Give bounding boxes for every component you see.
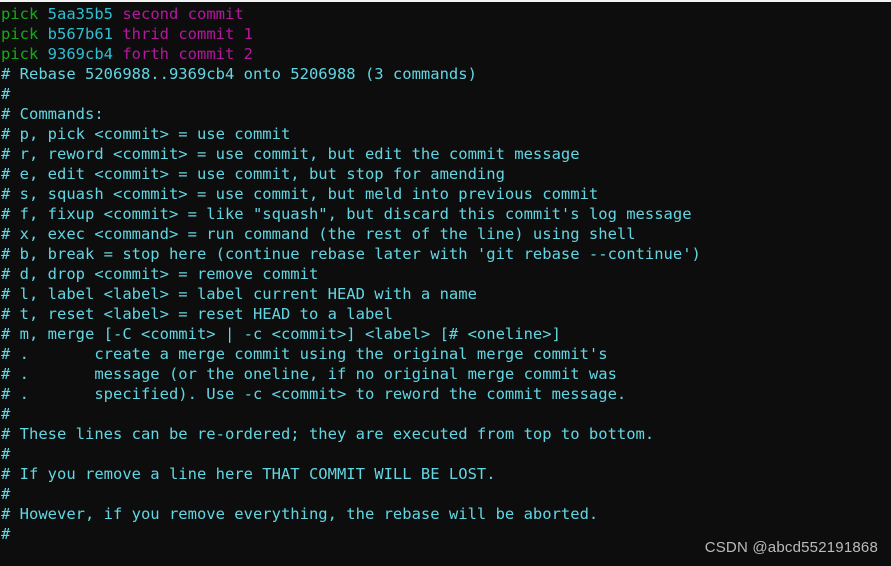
comment-line: # d, drop <commit> = remove commit [1, 265, 319, 283]
comment-line: # Rebase 5206988..9369cb4 onto 5206988 (… [1, 65, 477, 83]
todo-commit-hash: b567b61 [47, 25, 113, 43]
comment-line: # If you remove a line here THAT COMMIT … [1, 465, 496, 483]
comment-line: # t, reset <label> = reset HEAD to a lab… [1, 305, 393, 323]
comment-line: # f, fixup <commit> = like "squash", but… [1, 205, 692, 223]
terminal-window: pick 5aa35b5 second commit pick b567b61 t… [0, 0, 891, 566]
comment-line: # m, merge [-C <commit> | -c <commit>] <… [1, 325, 561, 343]
csdn-watermark: CSDN @abcd552191868 [704, 539, 878, 556]
todo-commit-hash: 5aa35b5 [47, 5, 113, 23]
todo-command-keyword: pick [1, 5, 39, 23]
comment-line: # . create a merge commit using the orig… [1, 345, 608, 363]
comment-line: # e, edit <commit> = use commit, but sto… [1, 165, 505, 183]
todo-commit-message: second commit [122, 5, 244, 23]
todo-commit-hash: 9369cb4 [47, 45, 113, 63]
comment-line: # b, break = stop here (continue rebase … [1, 245, 701, 263]
comment-line: # [1, 405, 11, 423]
comment-line: # However, if you remove everything, the… [1, 505, 599, 523]
window-top-edge [0, 0, 891, 2]
todo-line[interactable]: pick 5aa35b5 second commit [0, 4, 891, 24]
comment-line: # [1, 445, 11, 463]
comment-line: # p, pick <commit> = use commit [1, 125, 291, 143]
comment-line: # These lines can be re-ordered; they ar… [1, 425, 655, 443]
comment-line: # . message (or the oneline, if no origi… [1, 365, 617, 383]
todo-line[interactable]: pick 9369cb4 forth commit 2 [0, 44, 891, 64]
comment-line: # r, reword <commit> = use commit, but e… [1, 145, 580, 163]
comment-line: # s, squash <commit> = use commit, but m… [1, 185, 599, 203]
comment-line: # [1, 485, 11, 503]
comment-line: # l, label <label> = label current HEAD … [1, 285, 477, 303]
comment-line: # x, exec <command> = run command (the r… [1, 225, 636, 243]
comment-line: # [1, 85, 11, 103]
todo-command-keyword: pick [1, 45, 39, 63]
comment-line: # Commands: [1, 105, 104, 123]
todo-command-keyword: pick [1, 25, 39, 43]
comment-line: # . specified). Use -c <commit> to rewor… [1, 385, 627, 403]
editor-buffer[interactable]: pick 5aa35b5 second commit pick b567b61 t… [0, 4, 891, 544]
todo-line[interactable]: pick b567b61 thrid commit 1 [0, 24, 891, 44]
todo-commit-message: thrid commit 1 [122, 25, 253, 43]
todo-commit-message: forth commit 2 [122, 45, 253, 63]
